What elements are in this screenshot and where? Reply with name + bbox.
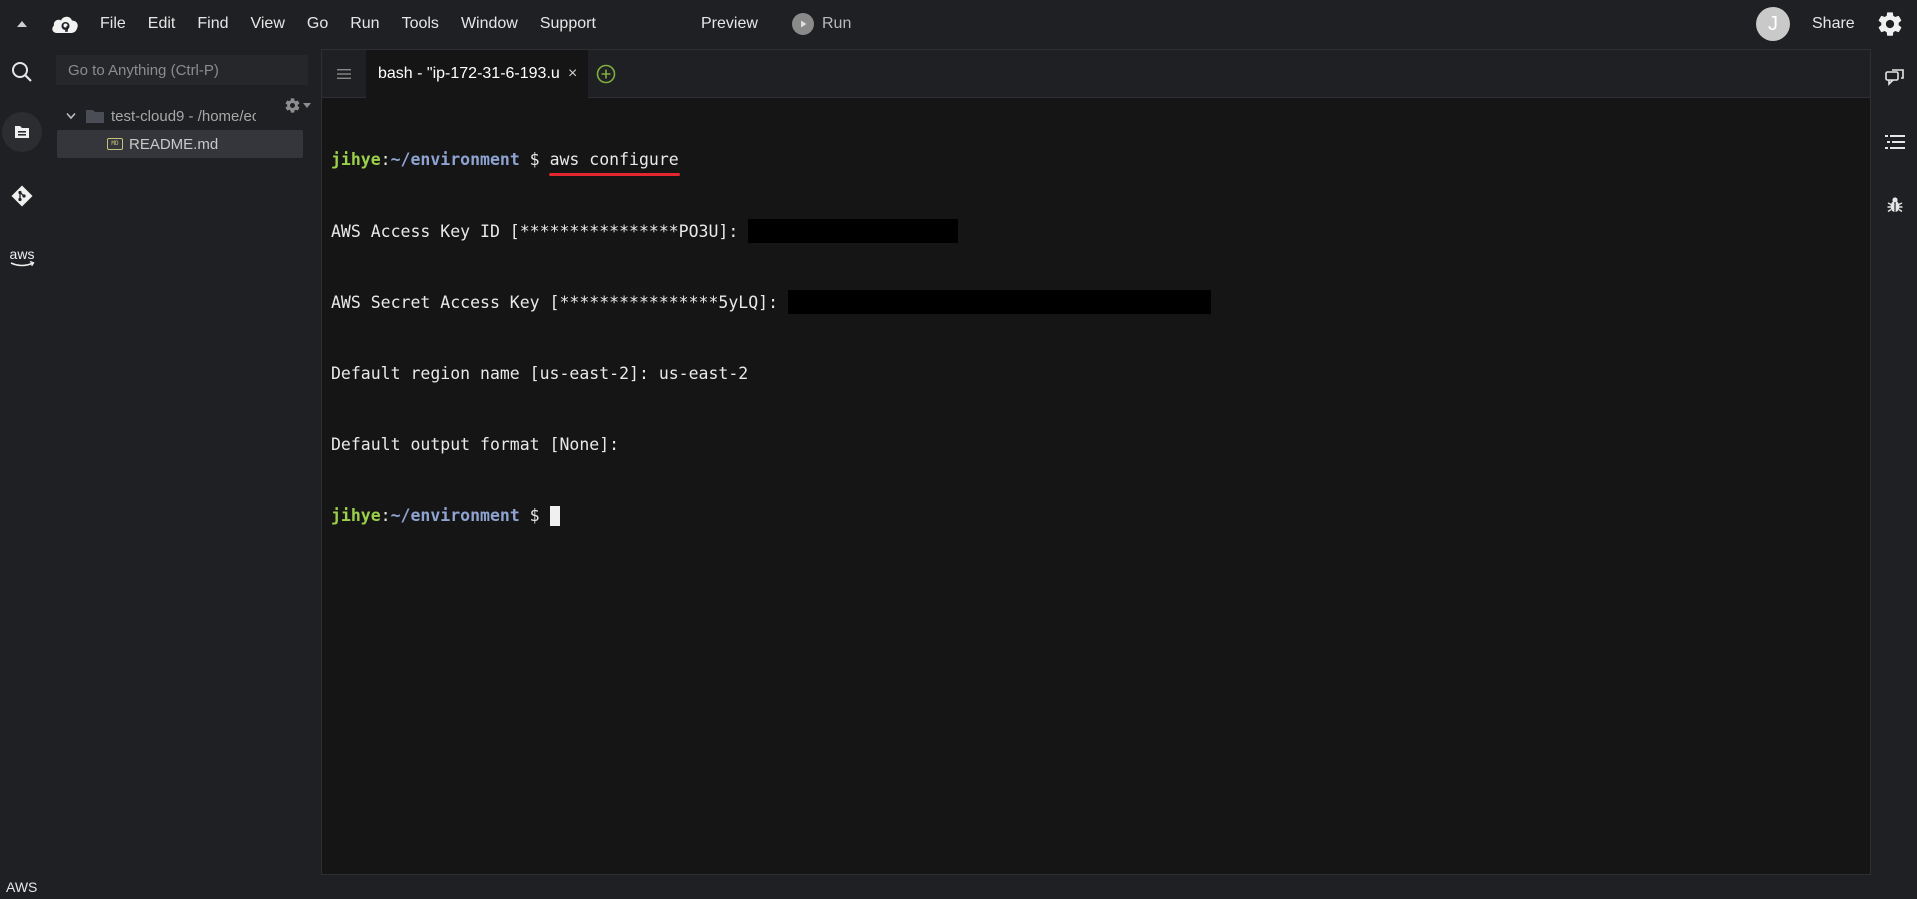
chevron-down-icon — [66, 112, 76, 120]
go-to-anything-input[interactable] — [56, 55, 308, 85]
redacted-access-key — [748, 219, 959, 244]
menu-run[interactable]: Run — [350, 15, 379, 33]
menu-window[interactable]: Window — [461, 15, 518, 33]
menu-edit[interactable]: Edit — [148, 15, 176, 33]
user-avatar-button[interactable]: J — [1756, 0, 1790, 48]
markdown-file-icon: MD — [107, 138, 123, 150]
search-panel-button[interactable] — [0, 50, 44, 94]
gear-icon — [1878, 12, 1902, 36]
command-label: aws configure — [549, 150, 679, 170]
secret-key-prompt: AWS Secret Access Key [****************5… — [331, 292, 788, 312]
terminal-output[interactable]: jihye: ~/environment $ aws configure AWS … — [331, 101, 1211, 575]
terminal-line-access-key: AWS Access Key ID [****************PO3U]… — [331, 219, 1211, 244]
git-icon — [11, 185, 33, 207]
menu-go[interactable]: Go — [307, 15, 328, 33]
aws-status-label: AWS — [6, 879, 38, 895]
terminal-line-region: Default region name [us-east-2]: us-east… — [331, 362, 1211, 386]
chat-icon — [1884, 69, 1904, 86]
bug-icon — [1887, 197, 1902, 213]
share-button[interactable]: Share — [1812, 0, 1855, 48]
preview-button[interactable]: Preview — [701, 0, 758, 48]
editor-panel: bash - "ip-172-31-6-193.u × jihye: ~/envi… — [321, 49, 1871, 875]
prompt-path: ~/environment — [390, 150, 520, 170]
prompt-dollar: $ — [519, 505, 550, 525]
menu-bar: File Edit Find View Go Run Tools Window … — [0, 0, 1917, 48]
prompt-colon: : — [380, 505, 391, 525]
environment-panel-button[interactable] — [0, 110, 44, 154]
run-button[interactable]: Run — [792, 0, 851, 48]
settings-button[interactable] — [1876, 0, 1904, 48]
main-menu: File Edit Find View Go Run Tools Window … — [100, 0, 618, 48]
tab-menu-button[interactable] — [322, 50, 366, 98]
right-sidebar-rail — [1872, 48, 1917, 899]
menu-support[interactable]: Support — [540, 15, 596, 33]
terminal-line-prompt: jihye: ~/environment $ — [331, 504, 1211, 528]
prompt-user: jihye — [331, 150, 381, 170]
plus-circle-icon — [596, 64, 616, 84]
play-icon — [792, 13, 814, 35]
close-icon[interactable]: × — [568, 65, 577, 83]
gear-icon — [285, 98, 300, 113]
avatar: J — [1756, 7, 1790, 41]
file-tree-settings-button[interactable] — [284, 97, 311, 114]
new-tab-button[interactable] — [595, 63, 617, 90]
terminal-cursor — [549, 505, 560, 526]
caret-down-icon — [303, 102, 311, 108]
files-icon — [15, 126, 29, 138]
source-control-button[interactable] — [0, 174, 44, 218]
caret-up-icon — [17, 21, 27, 27]
output-format-line: Default output format [None]: — [331, 434, 620, 454]
tree-folder-label: test-cloud9 - /home/ec — [111, 107, 256, 125]
tab-label: bash - "ip-172-31-6-193.u — [378, 65, 560, 82]
debugger-button[interactable] — [1872, 185, 1917, 225]
terminal-line-secret-key: AWS Secret Access Key [****************5… — [331, 290, 1211, 315]
prompt-path: ~/environment — [390, 505, 520, 525]
menu-view[interactable]: View — [250, 15, 284, 33]
menu-file[interactable]: File — [100, 15, 126, 33]
cloud9-logo-icon — [52, 16, 78, 33]
access-key-prompt: AWS Access Key ID [****************PO3U]… — [331, 221, 749, 241]
collapse-menu-button[interactable] — [12, 0, 32, 48]
hamburger-icon — [337, 69, 351, 79]
outline-button[interactable] — [1872, 122, 1917, 162]
command-text: aws configure — [548, 148, 680, 177]
terminal-line-output-format: Default output format [None]: — [331, 433, 1211, 457]
prompt-colon: : — [380, 150, 391, 170]
cloud9-logo[interactable] — [51, 0, 79, 48]
prompt-dollar: $ — [519, 150, 550, 170]
editor-tab-bar: bash - "ip-172-31-6-193.u × — [322, 50, 1870, 98]
left-sidebar-rail: aws — [0, 48, 44, 899]
tab-bash-terminal[interactable]: bash - "ip-172-31-6-193.u × — [366, 50, 588, 98]
tree-folder-test-cloud9[interactable]: test-cloud9 - /home/ec — [66, 104, 256, 128]
outline-list-icon — [1884, 135, 1905, 149]
svg-text:aws: aws — [10, 246, 35, 262]
red-underline-annotation — [548, 173, 680, 177]
prompt-user: jihye — [331, 505, 381, 525]
terminal-line-command: jihye: ~/environment $ aws configure — [331, 148, 1211, 177]
search-icon — [12, 62, 32, 82]
menu-find[interactable]: Find — [197, 15, 228, 33]
region-line: Default region name [us-east-2]: us-east… — [331, 363, 749, 383]
tree-file-readme[interactable]: MD README.md — [57, 130, 303, 158]
tree-file-label: README.md — [129, 135, 219, 153]
folder-icon — [86, 110, 104, 123]
redacted-secret-key — [787, 290, 1211, 315]
aws-icon: aws — [10, 246, 35, 267]
menu-tools[interactable]: Tools — [402, 15, 439, 33]
collaborate-button[interactable] — [1872, 58, 1917, 98]
run-button-label: Run — [822, 15, 852, 32]
aws-explorer-button[interactable]: aws — [0, 236, 44, 280]
